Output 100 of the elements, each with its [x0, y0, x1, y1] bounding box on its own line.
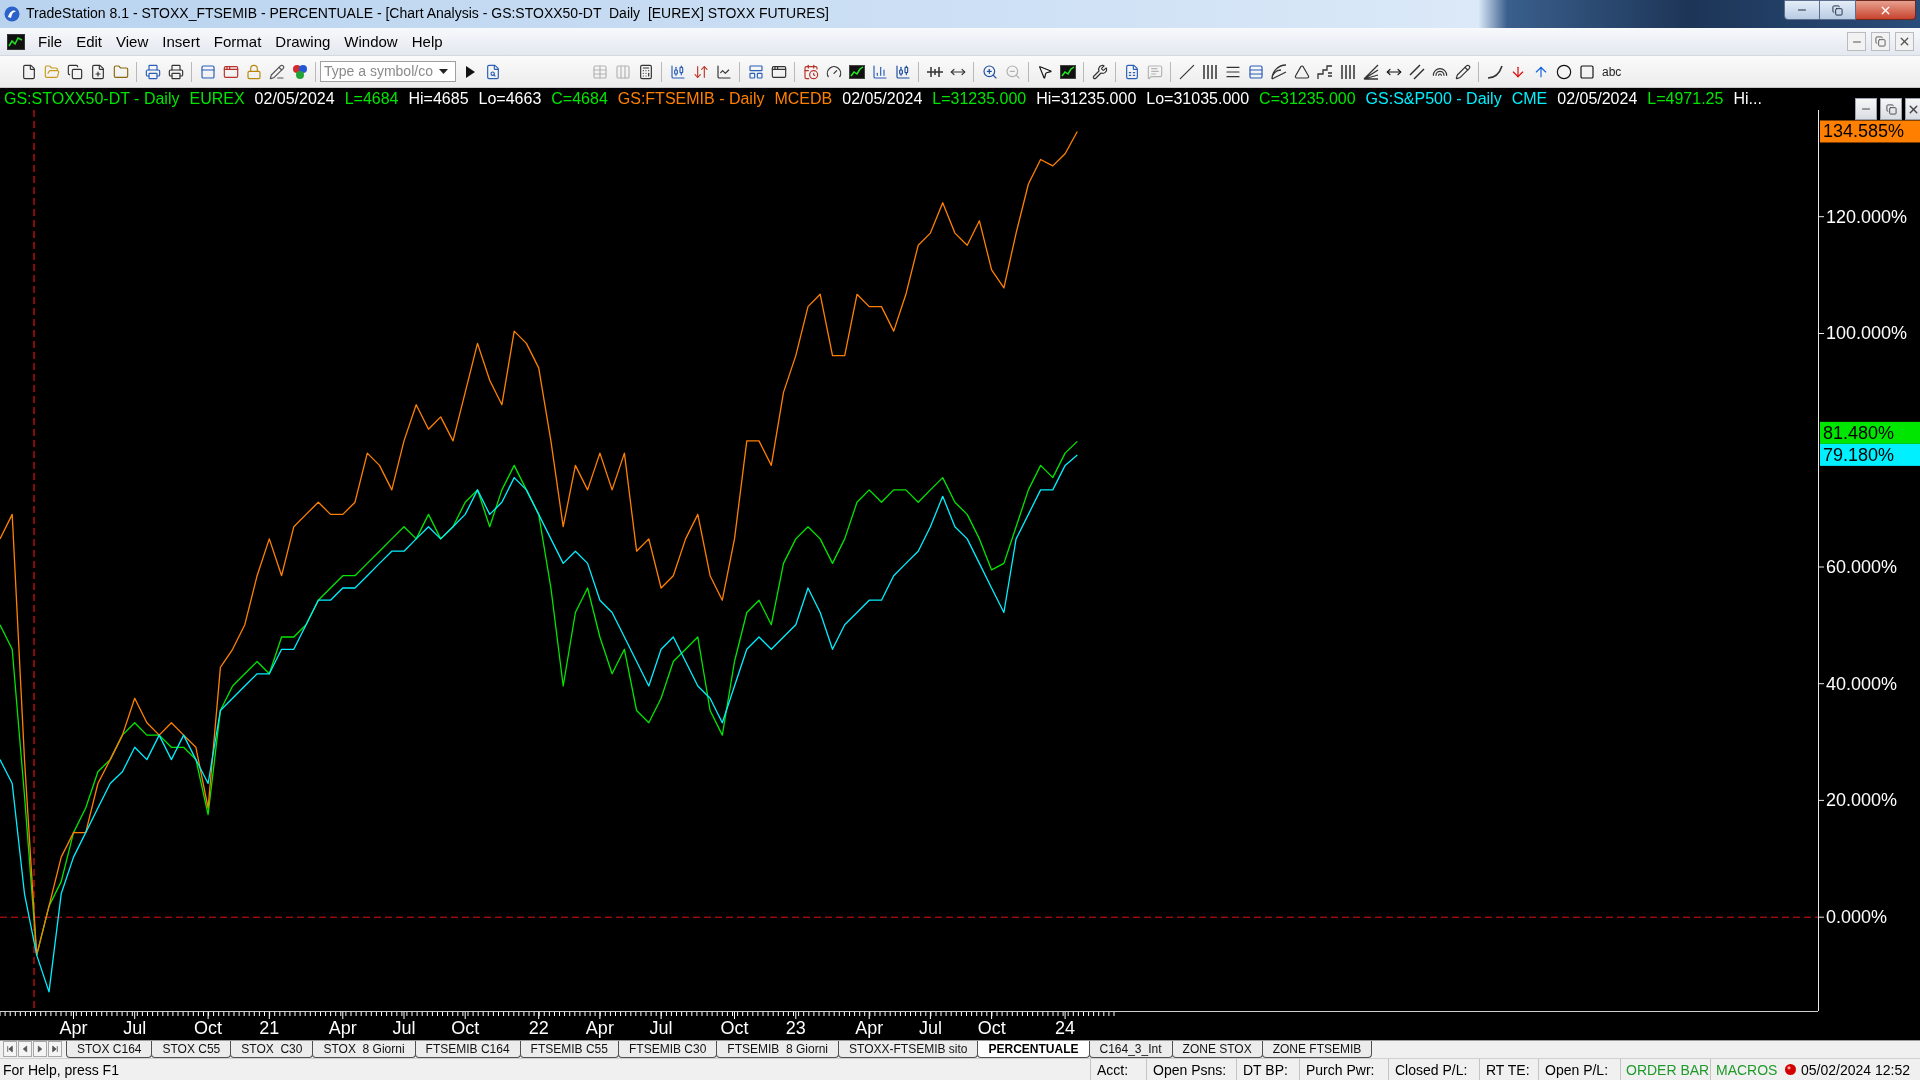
x-axis-label: Jul: [649, 1018, 673, 1038]
menu-item[interactable]: Drawing: [268, 30, 338, 53]
skip-end-icon: [51, 1045, 59, 1053]
new-file-icon: [20, 63, 37, 80]
previous-sheet-button[interactable]: [18, 1041, 32, 1057]
sheet-tab[interactable]: STOX C55: [151, 1041, 232, 1058]
x-axis-label: Apr: [59, 1018, 88, 1038]
window-title: TradeStation 8.1 - STOXX_FTSEMIB - PERCENTUALE - [Chart Analysis - GS:STOXX50-DT Daily [EUREX] STOXX FUTURES]: [26, 5, 829, 22]
triangle-left-icon: [21, 1045, 29, 1053]
ellipse-icon: [1555, 63, 1572, 80]
x-axis-label: Oct: [194, 1018, 223, 1038]
app-icon[interactable]: [4, 6, 20, 22]
menu-item[interactable]: Format: [206, 30, 269, 53]
exchange-label: MCEDB: [774, 91, 833, 107]
pointer-icon: [1036, 63, 1053, 80]
menu-item[interactable]: View: [109, 30, 156, 53]
sheet-tab[interactable]: STOXX-FTSEMIB sito: [838, 1041, 979, 1058]
menu-item[interactable]: File: [31, 30, 70, 53]
x-axis-label: Apr: [585, 1018, 614, 1038]
restore-button[interactable]: [1871, 32, 1890, 51]
exchange-label: CME: [1511, 91, 1548, 107]
sheet-tab[interactable]: ZONE STOX: [1171, 1041, 1263, 1058]
last-sheet-button[interactable]: [48, 1041, 62, 1057]
sheet-tab[interactable]: STOX C164: [66, 1041, 153, 1058]
fan-lines-icon: [1362, 63, 1379, 80]
minimize-button[interactable]: [1784, 0, 1820, 20]
line-chart-icon: [715, 63, 732, 80]
chart-window-icon[interactable]: [7, 33, 25, 50]
chart-screen-icon: [848, 63, 865, 80]
next-sheet-button[interactable]: [33, 1041, 47, 1057]
menu-item[interactable]: Help: [404, 30, 450, 53]
candlestick-icon: [669, 63, 686, 80]
sheet-tab[interactable]: ZONE FTSEMIB: [1261, 1041, 1373, 1058]
open-folder-icon: [43, 63, 60, 80]
y-axis-label: 40.000%: [1826, 673, 1898, 694]
lock-icon: [245, 63, 262, 80]
restore-button[interactable]: [1820, 0, 1856, 20]
comment-icon: [1146, 63, 1163, 80]
new-page-icon: [89, 63, 106, 80]
first-sheet-button[interactable]: [3, 1041, 17, 1057]
y-axis-label: 60.000%: [1826, 556, 1898, 577]
window-icon: [770, 63, 787, 80]
table-icon: [591, 63, 608, 80]
colored-dots-icon: [291, 63, 308, 80]
clock-text: 05/02/2024 12:52: [1801, 1062, 1910, 1077]
last-value-marker: 134.585%: [1820, 120, 1920, 143]
last-price: L=4684: [344, 91, 399, 107]
exchange-label: EUREX: [189, 91, 245, 107]
date-label: 02/05/2024: [254, 91, 335, 107]
stacked-lines-icon: [1247, 63, 1264, 80]
sheet-tab[interactable]: STOX 8 Giorni: [312, 1041, 416, 1058]
symbol-label: GS:S&P500 - Daily: [1365, 91, 1502, 107]
status-label: Acct:: [1097, 1062, 1129, 1077]
printer-icon: [167, 63, 184, 80]
x-axis-label: 24: [1055, 1018, 1076, 1038]
curve-icon: [1486, 63, 1503, 80]
vertical-lines-icon: [1339, 63, 1356, 80]
menu-item[interactable]: Edit: [69, 30, 110, 53]
sheet-tab[interactable]: FTSEMIB C30: [617, 1041, 718, 1058]
low-price: Lo=31035.000: [1146, 91, 1250, 107]
sheet-tab[interactable]: FTSEMIB C55: [519, 1041, 619, 1058]
sheet-tab[interactable]: FTSEMIB C164: [414, 1041, 521, 1058]
x-axis-label: Apr: [855, 1018, 884, 1038]
window-icon: [222, 63, 239, 80]
status-label: DT BP:: [1243, 1062, 1288, 1077]
close-icon: [1898, 35, 1911, 48]
last-value-marker: 81.480%: [1820, 421, 1920, 444]
symbol-field[interactable]: Type a symbol/co: [320, 61, 456, 82]
step-lines-icon: [1316, 63, 1333, 80]
window-icon: [747, 63, 764, 80]
menu-item[interactable]: Insert: [155, 30, 207, 53]
calendar-clock-icon: [802, 63, 819, 80]
menu-item[interactable]: Window: [337, 30, 405, 53]
high-price: Hi...: [1733, 91, 1762, 107]
dropdown-caret-icon: [439, 69, 448, 74]
triangle-icon: [1293, 63, 1310, 80]
sheet-tab[interactable]: STOX C30: [230, 1041, 314, 1058]
search-icon: [484, 63, 501, 80]
zoom-out-icon: [1004, 63, 1021, 80]
vertical-lines-icon: [1201, 63, 1218, 80]
candlestick-icon: [894, 63, 911, 80]
close-button[interactable]: [1895, 32, 1914, 51]
close-button[interactable]: [1905, 98, 1920, 120]
x-axis-label: Apr: [328, 1018, 357, 1038]
close-button[interactable]: [1856, 0, 1916, 20]
up-down-arrows-icon: [692, 63, 709, 80]
minimize-button[interactable]: [1855, 98, 1877, 120]
sheet-tab[interactable]: FTSEMIB 8 Giorni: [716, 1041, 839, 1058]
wrench-icon: [1091, 63, 1108, 80]
pencil-icon: [268, 63, 285, 80]
sheet-tab[interactable]: C164_3_Int: [1088, 1041, 1173, 1058]
restore-icon: [1875, 36, 1886, 47]
x-axis-label: Jul: [918, 1018, 942, 1038]
calculator-icon: [637, 63, 654, 80]
sheet-tab[interactable]: PERCENTUALE: [977, 1041, 1090, 1058]
x-axis-label: Jul: [123, 1018, 147, 1038]
rectangle-icon: [1578, 63, 1595, 80]
x-axis-label: 21: [259, 1018, 280, 1038]
text-tool-button[interactable]: abc: [1599, 60, 1625, 83]
x-axis-label: 22: [528, 1018, 549, 1038]
